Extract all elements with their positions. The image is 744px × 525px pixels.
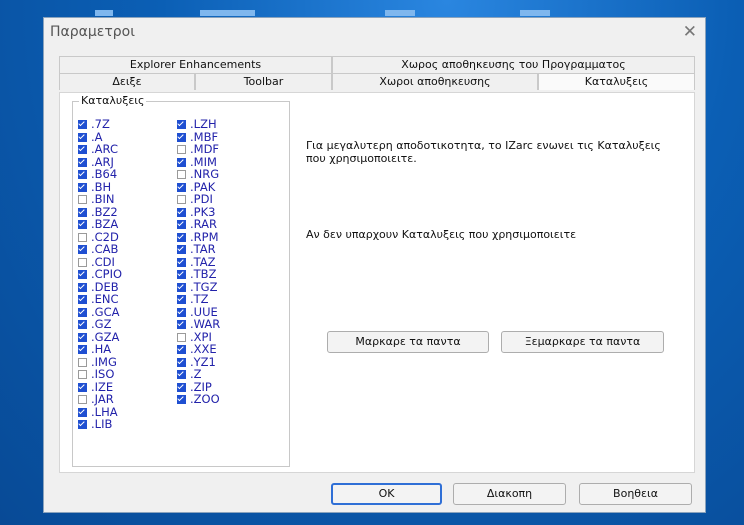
checkbox-checked[interactable] [177,320,186,329]
checkbox-checked[interactable] [177,157,186,167]
checkbox-checked[interactable] [177,257,186,267]
checkbox-checked[interactable] [78,420,87,429]
title-bar[interactable]: Παραμετροι ✕ [44,18,705,48]
taskbar-strip-top [0,0,744,18]
extension-label: .LIB [91,417,113,431]
checkbox-unchecked[interactable] [177,170,186,179]
tab-program-storage[interactable]: Χωρος αποθηκευσης του Προγραμματος [332,56,695,73]
checkbox-unchecked[interactable] [78,232,87,242]
info-line-3: Αν δεν υπαρχουν Καταλυξεις που χρησιμοπο… [306,228,577,241]
info-line-1: Για μεγαλυτερη αποδοτικοτητα, το IZarc ε… [306,139,661,152]
tab-label: Δειξε [112,75,142,88]
checkbox-checked[interactable] [177,207,186,217]
checkbox-checked[interactable] [177,295,186,304]
settings-dialog: Παραμετροι ✕ Explorer Enhancements Χωρος… [43,17,706,513]
tab-explorer-enhancements[interactable]: Explorer Enhancements [59,56,332,73]
checkbox-checked[interactable] [78,320,87,329]
checkbox-unchecked[interactable] [78,370,87,379]
extension-label: .ZOO [190,392,220,406]
tab-panel-extensions: Καταλυξεις .7Z .A .ARC .ARJ .B64 .BH .BIN .BZ2.… [59,92,695,473]
checkbox-checked[interactable] [78,407,87,417]
tab-label: Explorer Enhancements [129,58,262,71]
tab-label: Χωροι αποθηκευσης [379,75,491,88]
checkbox-checked[interactable] [177,395,186,404]
info-line-2: που χρησιμοποιειτε. [306,152,417,165]
extensions-column-2: .LZH .MBF .MDF .MIM .NRG .PAK .PDI .PK3 .RAR .RPM… [177,118,220,406]
window-title: Παραμετροι [50,24,135,40]
checkbox-checked[interactable] [78,245,87,254]
extension-checkbox-item[interactable]: .ZOO [177,393,220,406]
checkbox-checked[interactable] [78,382,87,392]
tab-label: Καταλυξεις [584,75,649,88]
tab-row-top: Explorer Enhancements Χωρος αποθηκευσης … [59,56,695,73]
tab-show[interactable]: Δειξε [59,73,195,90]
tab-row-bottom: Δειξε Toolbar Χωροι αποθηκευσης Καταλυξε… [59,73,695,90]
info-text-1: Για μεγαλυτερη αποδοτικοτητα, το IZarc ε… [306,139,661,165]
info-text-2: Αν δεν υπαρχουν Καταλυξεις που χρησιμοπο… [306,228,576,241]
checkbox-checked[interactable] [78,145,87,154]
checkbox-unchecked[interactable] [78,257,87,267]
tab-toolbar[interactable]: Toolbar [195,73,332,90]
tab-extensions[interactable]: Καταλυξεις [538,73,695,90]
tab-storage-locations[interactable]: Χωροι αποθηκευσης [332,73,538,90]
checkbox-checked[interactable] [78,170,87,179]
checkbox-checked[interactable] [177,132,186,142]
checkbox-checked[interactable] [78,220,87,229]
checkbox-checked[interactable] [78,120,87,129]
checkbox-checked[interactable] [78,295,87,304]
uncheck-all-button[interactable]: Ξεμαρκαρε τα παντα [501,331,664,353]
check-all-button[interactable]: Μαρκαρε τα παντα [327,331,489,353]
help-button[interactable]: Βοηθεια [579,483,692,505]
checkbox-checked[interactable] [177,282,186,292]
checkbox-unchecked[interactable] [177,145,186,154]
checkbox-checked[interactable] [78,270,87,279]
checkbox-checked[interactable] [177,382,186,392]
extension-checkbox-item[interactable]: .LIB [78,418,122,431]
group-label: Καταλυξεις [79,94,147,107]
checkbox-checked[interactable] [177,245,186,254]
checkbox-checked[interactable] [177,357,186,367]
extensions-groupbox: Καταλυξεις .7Z .A .ARC .ARJ .B64 .BH .BIN .BZ2.… [72,94,290,467]
checkbox-checked[interactable] [78,307,87,317]
checkbox-checked[interactable] [177,270,186,279]
extensions-column-1: .7Z .A .ARC .ARJ .B64 .BH .BIN .BZ2 .BZA .C2D .CAB… [78,118,122,431]
close-icon[interactable]: ✕ [683,22,697,42]
checkbox-checked[interactable] [177,307,186,317]
checkbox-checked[interactable] [177,182,186,192]
tab-label: Toolbar [243,75,284,88]
cancel-button[interactable]: Διακοπη [453,483,566,505]
checkbox-unchecked[interactable] [78,395,87,404]
checkbox-checked[interactable] [177,120,186,129]
checkbox-checked[interactable] [177,220,186,229]
checkbox-checked[interactable] [78,182,87,192]
ok-button[interactable]: OK [331,483,442,505]
checkbox-unchecked[interactable] [177,195,186,204]
checkbox-checked[interactable] [78,282,87,292]
checkbox-unchecked[interactable] [78,357,87,367]
checkbox-unchecked[interactable] [177,332,186,342]
checkbox-checked[interactable] [78,207,87,217]
checkbox-checked[interactable] [78,157,87,167]
checkbox-checked[interactable] [78,345,87,354]
checkbox-checked[interactable] [177,232,186,242]
checkbox-unchecked[interactable] [78,195,87,204]
checkbox-checked[interactable] [177,345,186,354]
checkbox-checked[interactable] [177,370,186,379]
tab-label: Χωρος αποθηκευσης του Προγραμματος [401,58,626,71]
checkbox-checked[interactable] [78,132,87,142]
checkbox-checked[interactable] [78,332,87,342]
